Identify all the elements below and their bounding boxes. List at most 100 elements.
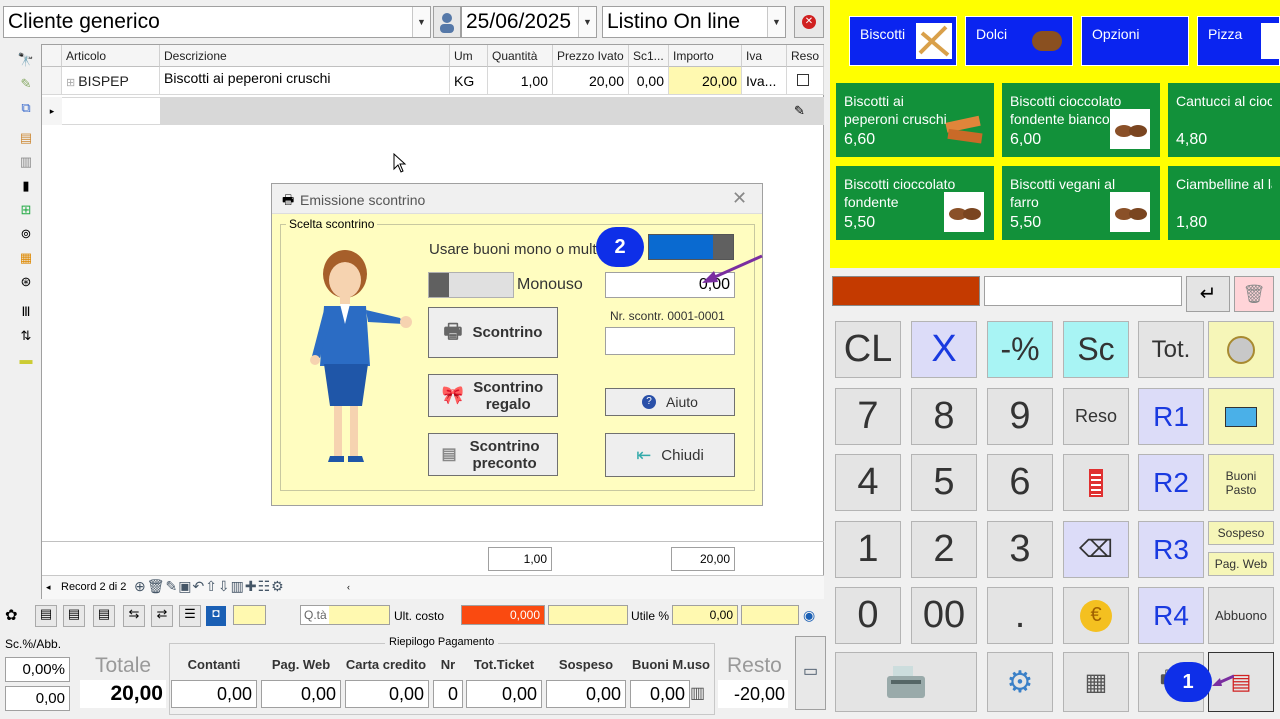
cart-icon[interactable]: ⊞ (16, 202, 36, 218)
scontrino-button[interactable]: 🖶 Scontrino (428, 307, 558, 358)
percent-discount-key[interactable]: -% (987, 321, 1053, 378)
key-3[interactable]: 3 (987, 521, 1053, 578)
table-row-discount[interactable]: 0,00 (629, 67, 669, 95)
product-tile[interactable]: Biscotti cioccolato fondente bianco 6,00 (1002, 83, 1160, 157)
price-list-combo[interactable]: Listino On line ▼ (602, 6, 786, 38)
trash-icon[interactable]: 🗑 (1234, 276, 1274, 312)
category-pizza[interactable]: Pizza (1197, 16, 1280, 66)
col-iva[interactable]: Iva (742, 45, 787, 67)
coin-key[interactable] (1208, 321, 1274, 378)
chevron-down-icon[interactable]: ▼ (412, 7, 430, 37)
palette-icon[interactable]: ✿ (5, 606, 18, 624)
settings-list-icon[interactable]: ⊛ (16, 274, 36, 290)
reso-key[interactable]: Reso (1063, 388, 1129, 445)
pay-nr-input[interactable]: 0 (433, 680, 463, 708)
close-document-button[interactable]: ✕ (794, 6, 824, 38)
table-row-article[interactable]: ⊞ BISPEP (62, 67, 160, 95)
camera-icon[interactable]: ◘ (206, 606, 226, 626)
product-tile[interactable]: Biscotti cioccolato fondente 5,50 (836, 166, 994, 240)
calculator-key[interactable]: ▦ (1063, 652, 1129, 712)
backspace-icon[interactable]: ⌫ (1063, 521, 1129, 578)
clear-key[interactable]: CL (835, 321, 901, 378)
col-articolo[interactable]: Articolo (62, 45, 160, 67)
sc-key[interactable]: Sc (1063, 321, 1129, 378)
discount-pct-input[interactable]: 0,00% (5, 657, 70, 682)
chevron-down-icon[interactable]: ▼ (767, 7, 785, 37)
next-record-icon[interactable]: ‹ (347, 582, 350, 592)
monouso-toggle[interactable] (428, 272, 514, 298)
key-6[interactable]: 6 (987, 454, 1053, 511)
scontrino-regalo-button[interactable]: 🎀 Scontrino regalo (428, 374, 558, 417)
columns-icon[interactable]: Ⅲ (16, 304, 36, 320)
chiudi-button[interactable]: ⇤ Chiudi (605, 433, 735, 477)
list-icon[interactable]: ☰ (179, 605, 201, 627)
pay-buoni-input[interactable]: 0,00 (630, 680, 690, 708)
scontrino-preconto-button[interactable]: ▤ Scontrino preconto (428, 433, 558, 476)
table-row-quantity[interactable]: 1,00 (488, 67, 553, 95)
row-selector[interactable] (42, 67, 62, 95)
col-reso[interactable]: Reso (787, 45, 824, 67)
key-2[interactable]: 2 (911, 521, 977, 578)
key-0[interactable]: 0 (835, 587, 901, 644)
receipt-number-input[interactable] (605, 327, 735, 355)
cash-register-key[interactable] (835, 652, 977, 712)
customer-combo[interactable]: Cliente generico ▼ (3, 6, 431, 38)
col-quantita[interactable]: Quantità (488, 45, 553, 67)
pay-carta-input[interactable]: 0,00 (345, 680, 429, 708)
pay-ticket-input[interactable]: 0,00 (466, 680, 542, 708)
pay-sospeso-input[interactable]: 0,00 (546, 680, 626, 708)
key-4[interactable]: 4 (835, 454, 901, 511)
key-dot[interactable]: . (987, 587, 1053, 644)
pag-web-key[interactable]: Pag. Web (1208, 552, 1274, 576)
edit-icon[interactable]: ✎ (16, 76, 36, 92)
eye-icon[interactable]: ◉ (803, 607, 815, 624)
doc-icon[interactable]: ▤ (35, 605, 57, 627)
table-row-price[interactable]: 20,00 (553, 67, 629, 95)
pay-web-input[interactable]: 0,00 (261, 680, 341, 708)
r2-key[interactable]: R2 (1138, 454, 1204, 511)
edit-row-icon[interactable]: ✎ (794, 103, 805, 119)
key-7[interactable]: 7 (835, 388, 901, 445)
phone-icon[interactable]: ▮ (16, 178, 36, 194)
binoculars-icon[interactable]: 🔭 (16, 52, 36, 68)
copy-icon[interactable]: ⧉ (16, 100, 36, 116)
record-nav-icons[interactable]: ⊕🗑✎▣↶⇧⇩▥✚☷⚙ (134, 578, 285, 595)
total-key[interactable]: Tot. (1138, 321, 1204, 378)
table-row-description[interactable]: Biscotti ai peperoni cruschi (160, 67, 450, 95)
paste-icon[interactable]: ▤ (16, 130, 36, 146)
table-row-vat[interactable]: Iva... (742, 67, 787, 95)
buoni-pasto-key[interactable]: Buoni Pasto (1208, 454, 1274, 511)
chevron-down-icon[interactable]: ▼ (578, 7, 596, 37)
reso-checkbox[interactable] (797, 74, 809, 86)
display-icon[interactable]: ▭ (795, 636, 826, 710)
abbuono-key[interactable]: Abbuono (1208, 587, 1274, 644)
euro-key[interactable]: € (1063, 587, 1129, 644)
table-row-reso[interactable] (787, 67, 824, 95)
col-importo[interactable]: Importo (669, 45, 742, 67)
key-9[interactable]: 9 (987, 388, 1053, 445)
product-tile[interactable]: Ciambelline al la 1,80 (1168, 166, 1280, 240)
r3-key[interactable]: R3 (1138, 521, 1204, 578)
transfer-icon[interactable]: ⇆ (123, 605, 145, 627)
barcode-icon[interactable]: ▥ (16, 154, 36, 170)
product-tile[interactable]: Cantucci al cioc 4,80 (1168, 83, 1280, 157)
barcode-input[interactable] (984, 276, 1182, 306)
enter-icon[interactable]: ↵ (1186, 276, 1230, 312)
chart-icon[interactable]: ▦ (16, 250, 36, 266)
key-5[interactable]: 5 (911, 454, 977, 511)
category-biscotti[interactable]: Biscotti (849, 16, 957, 66)
date-field[interactable]: 25/06/2025 ▼ (461, 6, 597, 38)
prev-record-icon[interactable]: ◂ (46, 582, 51, 593)
swap-icon[interactable]: ⇄ (151, 605, 173, 627)
col-sconto[interactable]: Sc1... (629, 45, 669, 67)
r1-key[interactable]: R1 (1138, 388, 1204, 445)
doc-icon[interactable]: ▤ (93, 605, 115, 627)
multiply-key[interactable]: X (911, 321, 977, 378)
table-row-amount[interactable]: 20,00 (669, 67, 742, 95)
wallet-icon[interactable]: ▥ (690, 683, 705, 703)
col-prezzo[interactable]: Prezzo Ivato (553, 45, 629, 67)
col-descrizione[interactable]: Descrizione (160, 45, 450, 67)
r4-key[interactable]: R4 (1138, 587, 1204, 644)
dialog-close-icon[interactable]: ✕ (732, 188, 747, 209)
new-article-input[interactable] (62, 98, 160, 124)
